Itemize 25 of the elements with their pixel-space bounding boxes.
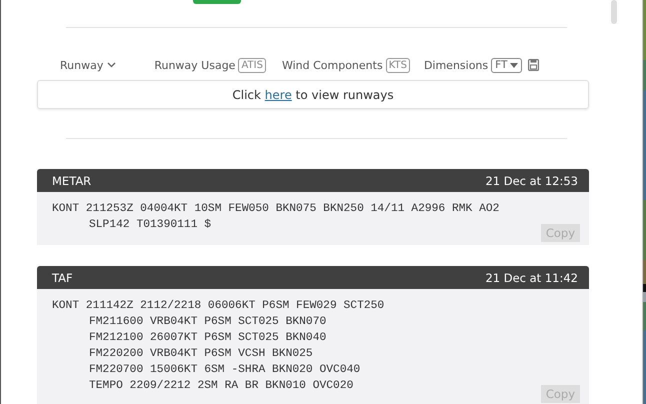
scrollbar-thumb[interactable] <box>611 0 617 24</box>
chevron-icon <box>107 62 116 68</box>
report-line: FM211600 VRB04KT P6SM SCT025 BKN070 <box>88 315 328 330</box>
toolbar-label: Dimensions <box>424 58 488 72</box>
report-line: KONT 211253Z 04004KT 10SM FEW050 BKN075 BKN250 14/11 A2996 RMK AO2 <box>52 202 500 217</box>
report-line: FM220700 15006KT 6SM -SHRA BKN020 OVC040 <box>88 363 362 378</box>
report-time: 21 Dec at 11:42 <box>485 270 578 284</box>
toolbar-label: Wind Components <box>282 58 383 72</box>
unit-tag: KTS <box>386 58 410 72</box>
report-line: TEMPO 2209/2212 2SM RA BR BKN010 OVC020 <box>88 378 354 394</box>
report-title: TAF <box>52 270 73 284</box>
report-title: METAR <box>52 174 92 188</box>
toolbar-label: Runway Usage <box>154 58 236 72</box>
runway-message: Click here to view runways <box>232 88 394 102</box>
caret-icon <box>510 62 518 68</box>
report-line: FM220200 VRB04KT P6SM VCSH BKN025 <box>88 347 314 362</box>
runway-dropdown[interactable]: Runway <box>60 58 116 72</box>
save-icon[interactable] <box>528 59 540 71</box>
unit-select[interactable]: FT <box>491 58 522 72</box>
report-time: 21 Dec at 12:53 <box>485 174 578 188</box>
unit-tag: ATIS <box>238 58 266 72</box>
report-line: FM212100 26007KT P6SM SCT025 BKN040 <box>88 331 328 346</box>
report-line: SLP142 T01390111 $ <box>88 218 212 233</box>
here-link[interactable]: here <box>264 88 292 102</box>
report-line: KONT 211142Z 2112/2218 06006KT P6SM FEW029 SCT250 <box>52 298 386 314</box>
